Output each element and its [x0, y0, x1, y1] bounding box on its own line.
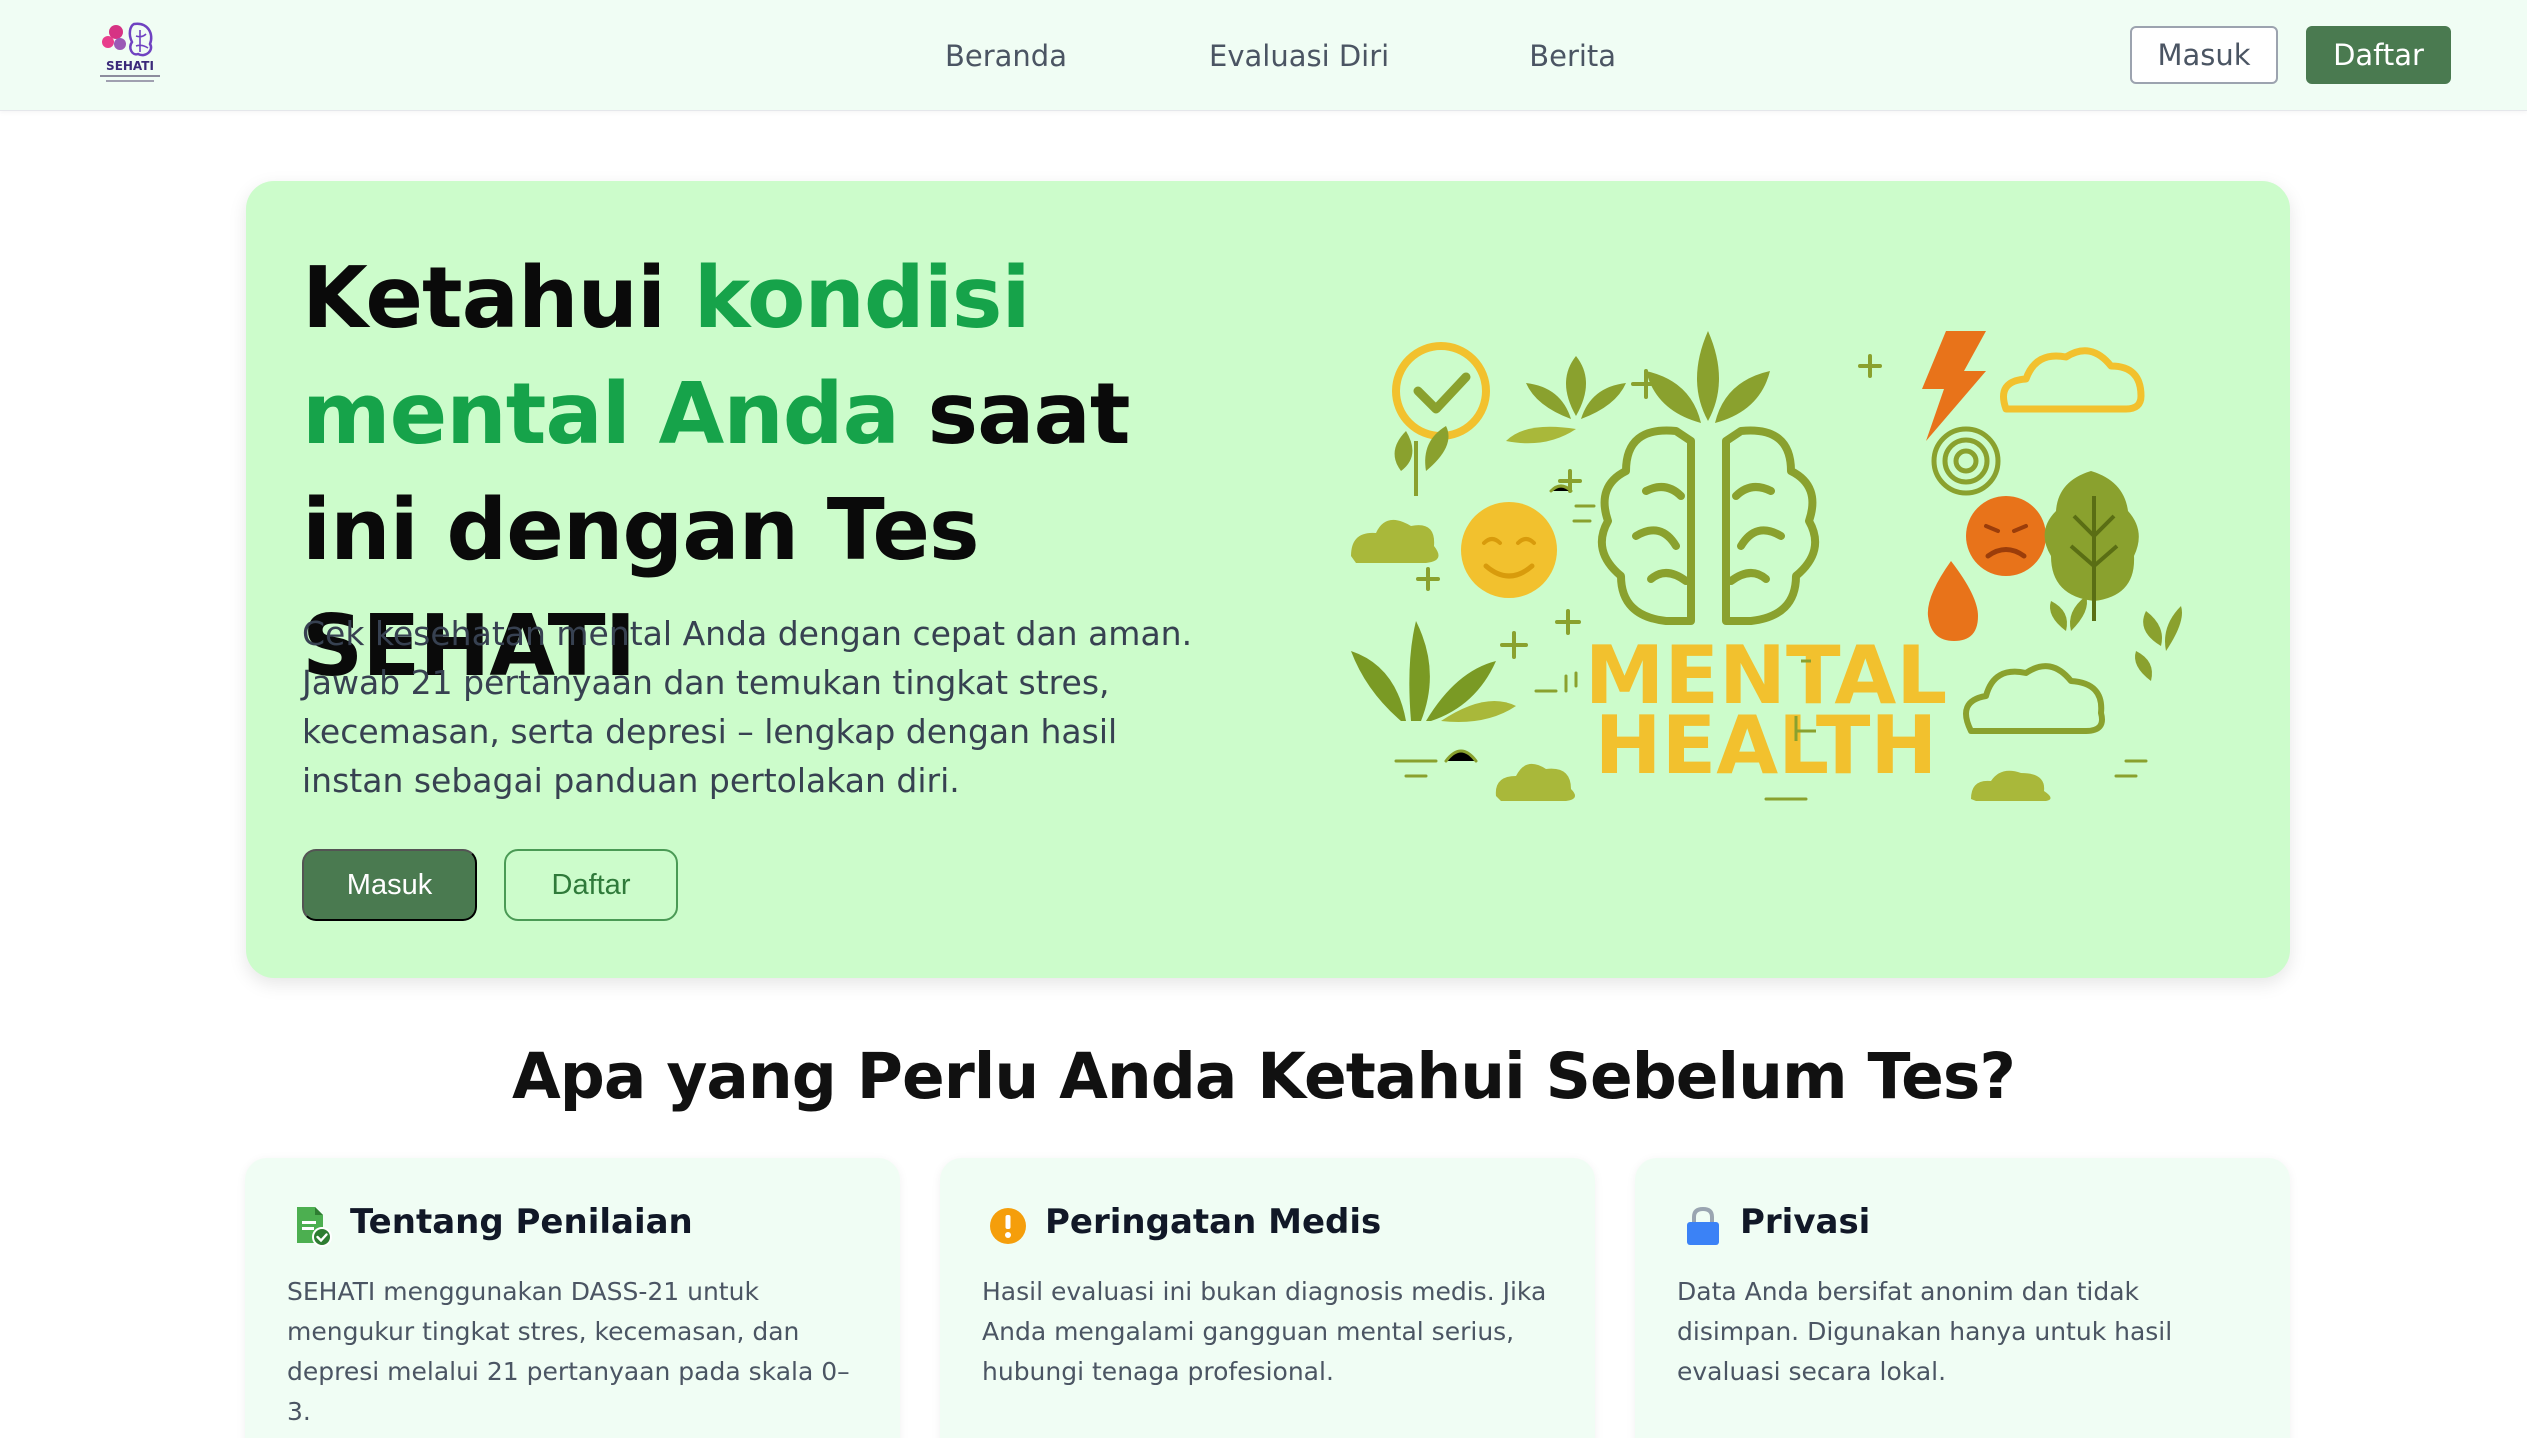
bush-icon: [1351, 519, 1439, 563]
small-cloud-icon: [1495, 763, 1575, 801]
info-card-tentang-penilaian: Tentang Penilaian SEHATI menggunakan DAS…: [245, 1158, 900, 1438]
nav-register-button[interactable]: Daftar: [2306, 26, 2451, 84]
cloud-icon: [2000, 347, 2145, 413]
spiral-icon: [1931, 426, 2001, 496]
navbar: SEHATI Beranda Evaluasi Diri Berita Masu…: [0, 0, 2527, 111]
tree-icon: [2044, 471, 2139, 621]
nav-link-berita[interactable]: Berita: [1529, 39, 1616, 73]
card-title: Peringatan Medis: [1045, 1202, 1382, 1242]
card-title: Tentang Penilaian: [350, 1202, 693, 1242]
card-body: Data Anda bersifat anonim dan tidak disi…: [1677, 1277, 2173, 1386]
document-check-icon: [293, 1205, 333, 1247]
leaf-icon: [1394, 426, 1449, 496]
illustration-text-health: HEALTH: [1595, 699, 1938, 792]
section-title: Apa yang Perlu Anda Ketahui Sebelum Tes?: [512, 1040, 2016, 1113]
sad-face-icon: [1966, 496, 2046, 576]
hero-section: Ketahui kondisi mental Anda saat ini den…: [246, 181, 2290, 978]
cloud-outline-icon: [1963, 663, 2105, 734]
hero-register-button[interactable]: Daftar: [504, 849, 678, 921]
nav-login-button[interactable]: Masuk: [2130, 26, 2278, 84]
plant-icon: [1646, 331, 1770, 423]
warning-icon: [988, 1205, 1028, 1247]
card-body: Hasil evaluasi ini bukan diagnosis medis…: [982, 1277, 1547, 1386]
hero-title-part1: Ketahui: [302, 249, 694, 348]
card-title: Privasi: [1740, 1202, 1871, 1242]
info-card-privasi: Privasi Data Anda bersifat anonim dan ti…: [1635, 1158, 2290, 1438]
bush-icon-right: [1971, 770, 2051, 801]
nav-link-beranda[interactable]: Beranda: [945, 39, 1067, 73]
lotus-icon: [1506, 356, 1626, 444]
main-nav: Beranda Evaluasi Diri Berita: [900, 0, 1616, 111]
sprout-icon: [2050, 596, 2182, 681]
fern-icon: [1351, 621, 1516, 722]
mental-health-illustration: MENTAL HEALTH: [1346, 321, 2186, 831]
svg-text:SEHATI: SEHATI: [106, 59, 154, 73]
drop-icon: [1927, 561, 1978, 641]
sehati-logo[interactable]: SEHATI: [92, 18, 168, 90]
card-body: SEHATI menggunakan DASS-21 untuk menguku…: [287, 1277, 850, 1426]
nav-link-evaluasi-diri[interactable]: Evaluasi Diri: [1209, 39, 1389, 73]
check-circle-icon: [1392, 342, 1490, 440]
happy-face-icon: [1461, 502, 1557, 598]
info-card-peringatan-medis: Peringatan Medis Hasil evaluasi ini buka…: [940, 1158, 1595, 1438]
hero-login-button[interactable]: Masuk: [302, 849, 477, 921]
lightning-icon: [1922, 331, 1986, 441]
brain-icon: [1597, 426, 1820, 625]
hero-description: Cek kesehatan mental Anda dengan cepat d…: [302, 614, 1193, 800]
lock-icon: [1683, 1205, 1723, 1247]
